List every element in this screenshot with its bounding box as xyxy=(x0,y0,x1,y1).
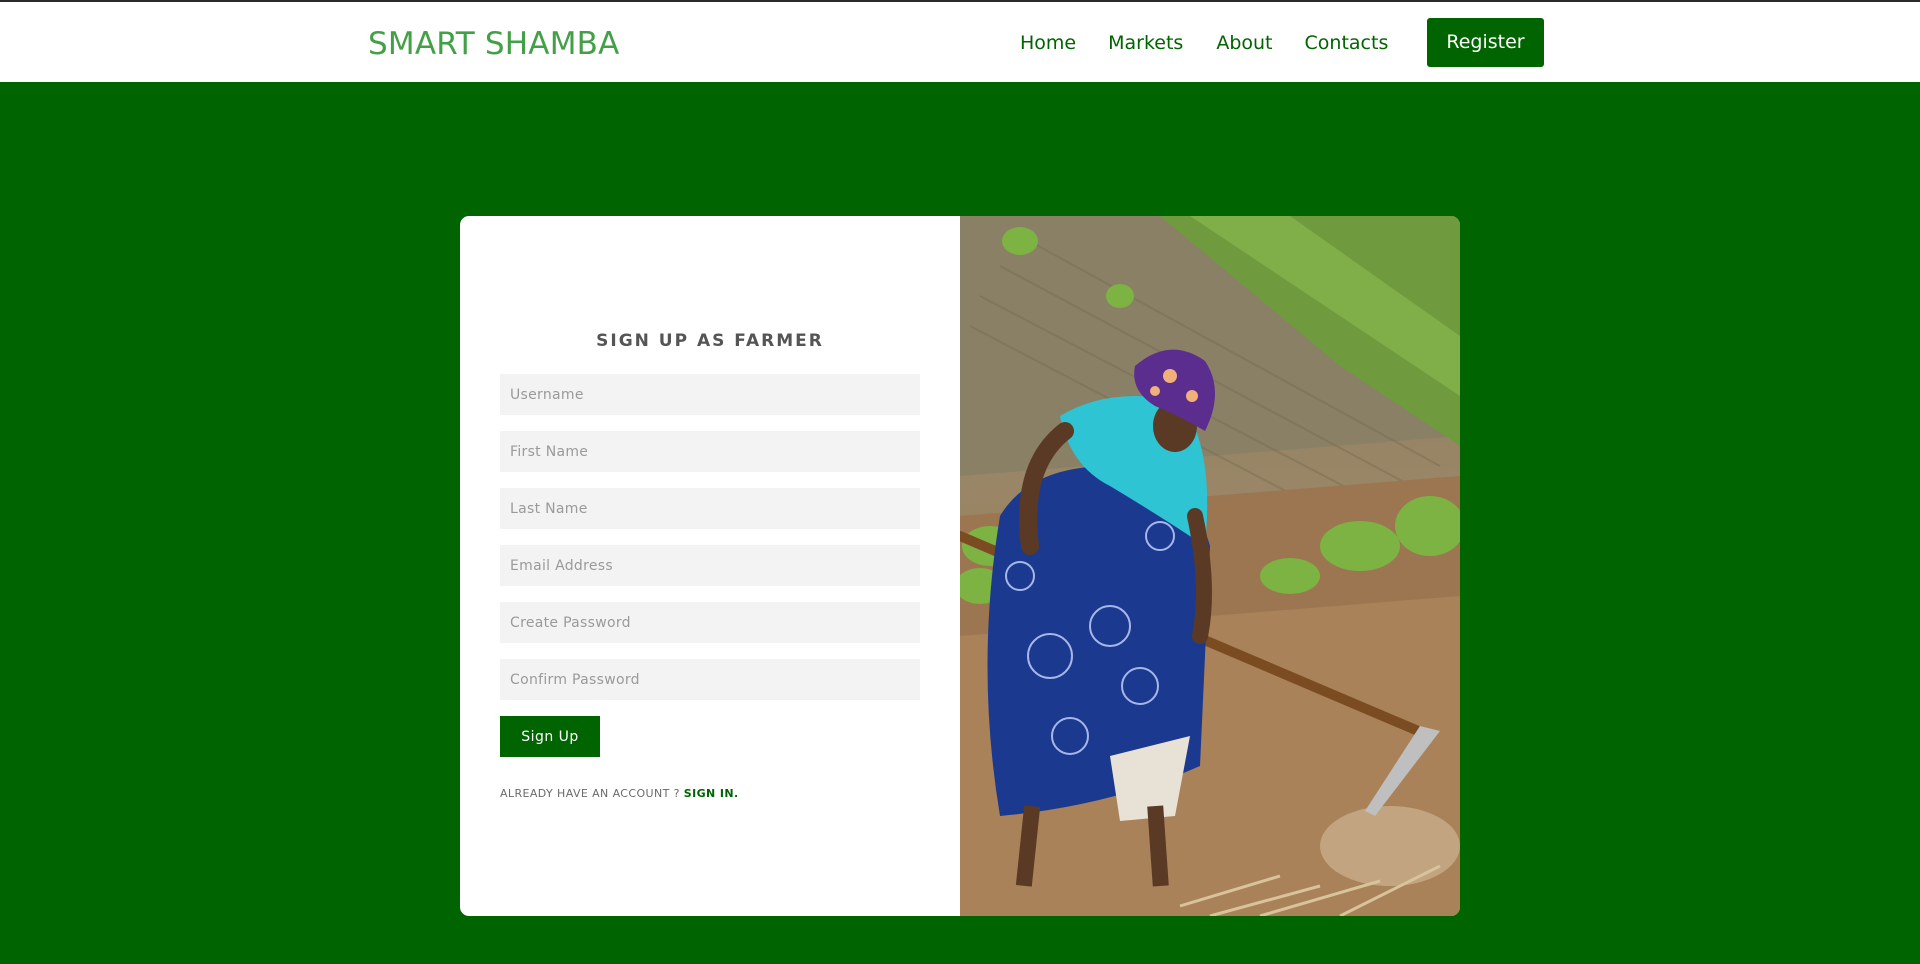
nav-contacts[interactable]: Contacts xyxy=(1305,30,1389,56)
signin-link[interactable]: SIGN IN. xyxy=(684,787,739,800)
create-password-field[interactable] xyxy=(500,602,920,643)
username-field[interactable] xyxy=(500,374,920,415)
signup-form: SIGN UP AS FARMER Sign Up ALREADY HAVE A… xyxy=(460,216,960,916)
email-field[interactable] xyxy=(500,545,920,586)
navbar: SMART SHAMBA Home Markets About Contacts… xyxy=(0,2,1920,82)
main-nav: Home Markets About Contacts xyxy=(1020,30,1420,56)
confirm-password-field[interactable] xyxy=(500,659,920,700)
nav-about[interactable]: About xyxy=(1216,30,1272,56)
nav-home[interactable]: Home xyxy=(1020,30,1076,56)
last-name-field[interactable] xyxy=(500,488,920,529)
form-title: SIGN UP AS FARMER xyxy=(596,331,824,351)
signup-button[interactable]: Sign Up xyxy=(500,716,600,757)
register-button[interactable]: Register xyxy=(1427,18,1544,67)
first-name-field[interactable] xyxy=(500,431,920,472)
farmer-illustration xyxy=(960,216,1460,916)
signin-prompt: ALREADY HAVE AN ACCOUNT ? SIGN IN. xyxy=(500,787,739,800)
account-prompt-text: ALREADY HAVE AN ACCOUNT ? xyxy=(500,787,680,800)
nav-markets[interactable]: Markets xyxy=(1108,30,1183,56)
farmer-photo xyxy=(960,216,1460,916)
brand-logo[interactable]: SMART SHAMBA xyxy=(368,24,620,64)
signup-card: SIGN UP AS FARMER Sign Up ALREADY HAVE A… xyxy=(460,216,1460,916)
